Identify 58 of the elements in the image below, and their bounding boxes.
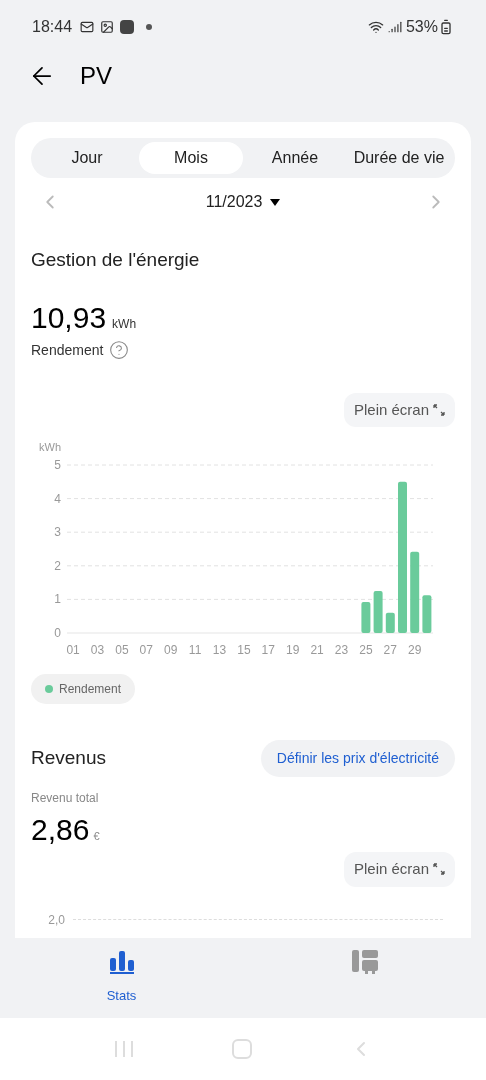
x-tick-label: 29 [408, 643, 422, 657]
x-tick-label: 05 [115, 643, 129, 657]
x-tick-label: 13 [212, 643, 227, 657]
section-title: Revenus [31, 746, 106, 771]
battery-icon [438, 19, 454, 35]
mail-icon [80, 20, 95, 34]
device-icon [351, 950, 378, 974]
currency-unit: € [93, 829, 100, 844]
period-tab[interactable]: Mois [139, 142, 243, 174]
battery-percent: 53% [405, 17, 438, 37]
app-notification-icon [120, 20, 135, 34]
expand-icon [433, 863, 445, 876]
help-icon[interactable] [109, 340, 130, 360]
nav-item[interactable]: Stats [0, 938, 243, 1018]
fullscreen-button[interactable]: Plein écran [343, 392, 455, 427]
revenue-caption: Revenu total [31, 790, 100, 807]
wifi-icon [367, 19, 384, 35]
y-tick-label: 4 [54, 491, 61, 506]
axis-unit: kWh [39, 441, 61, 453]
energy-caption: Rendement [31, 340, 104, 360]
energy-value: 10,93 [31, 299, 107, 336]
revenue-value: 2,86 [31, 812, 90, 848]
y-tick-label: 5 [54, 458, 61, 472]
page-title: PV [80, 61, 112, 91]
x-tick-label: 03 [90, 643, 105, 657]
x-tick-label: 27 [383, 643, 397, 657]
x-tick-label: 23 [334, 643, 349, 657]
caret-icon [270, 198, 281, 206]
recents-icon[interactable] [112, 1039, 135, 1059]
home-icon[interactable] [232, 1039, 252, 1059]
status-time: 18:44 [32, 17, 73, 37]
legend-label: Rendement [59, 681, 122, 698]
signal-icon [387, 20, 402, 34]
x-tick-label: 01 [66, 643, 80, 657]
x-tick-label: 11 [188, 643, 202, 657]
x-tick-label: 25 [359, 643, 373, 657]
expand-icon [433, 403, 445, 416]
y-tick-label: 0 [54, 626, 61, 640]
period-tab[interactable]: Jour [35, 142, 139, 174]
period-tab[interactable]: Durée de vie [347, 142, 451, 174]
x-tick-label: 09 [164, 643, 178, 657]
x-tick-label: 17 [261, 643, 275, 657]
x-tick-label: 15 [237, 643, 251, 657]
period-tab[interactable]: Année [243, 142, 347, 174]
y-tick-label: 2 [54, 558, 61, 573]
fullscreen-button[interactable]: Plein écran [343, 852, 455, 887]
set-prices-button[interactable]: Définir les prix d'électricité [260, 740, 455, 777]
energy-unit: kWh [112, 315, 137, 333]
y-tick-label: 1 [54, 592, 61, 607]
x-tick-label: 19 [286, 643, 300, 657]
x-tick-label: 07 [139, 643, 153, 657]
bar-chart-icon [108, 950, 135, 974]
y-tick-label: 3 [54, 525, 61, 540]
image-icon [100, 20, 115, 34]
y-tick-label: 2,0 [47, 911, 65, 929]
period-selector[interactable]: 11/2023 [205, 190, 281, 214]
section-title: Gestion de l'énergie [31, 248, 201, 272]
x-tick-label: 21 [310, 643, 324, 657]
